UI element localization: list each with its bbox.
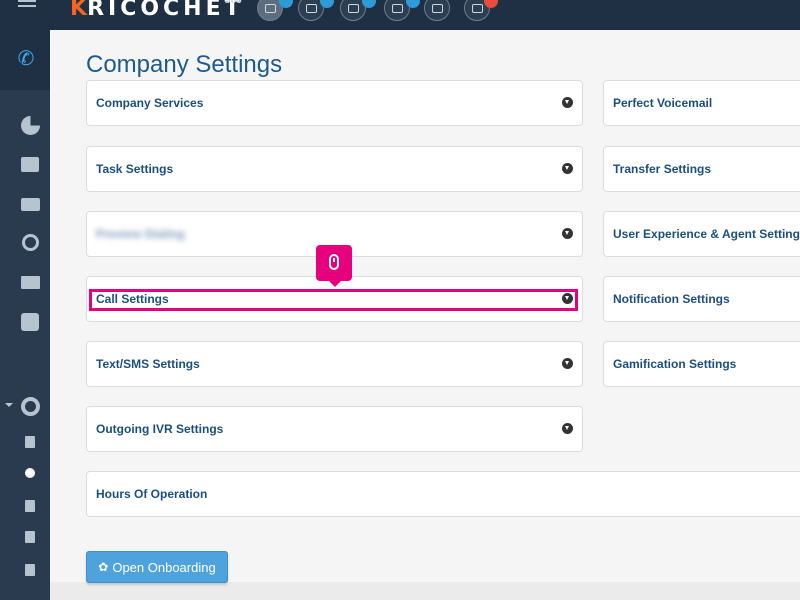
phone-settings-icon[interactable] xyxy=(20,528,40,546)
settings-card-notification-settings[interactable]: Notification Settings xyxy=(603,276,800,322)
company-building-icon[interactable] xyxy=(20,433,40,451)
card-label: Perfect Voicemail xyxy=(613,96,713,110)
settings-card-text-sms[interactable]: Text/SMS Settings xyxy=(86,341,583,387)
logo-text: RICOCHET xyxy=(87,0,244,21)
expand-arrow-icon[interactable] xyxy=(562,97,573,108)
logo-k: K xyxy=(70,0,88,21)
card-label: Company Services xyxy=(96,96,204,110)
mouse-icon xyxy=(329,254,339,270)
gear-icon: ✿ xyxy=(98,560,109,574)
tasks-check-icon[interactable] xyxy=(20,313,40,331)
contacts-icon[interactable] xyxy=(20,155,40,173)
card-label: Preview Dialing xyxy=(96,227,185,241)
card-label: User Experience & Agent Settings xyxy=(613,227,800,241)
email-icon[interactable] xyxy=(20,273,40,291)
card-label: Transfer Settings xyxy=(613,162,712,176)
card-label: Hours Of Operation xyxy=(96,487,208,501)
settings-card-perfect-voicemail[interactable]: Perfect Voicemail xyxy=(603,80,800,126)
settings-card-outgoing-ivr[interactable]: Outgoing IVR Settings xyxy=(86,406,583,452)
dashboard-pie-icon[interactable] xyxy=(20,115,40,135)
expand-arrow-icon[interactable] xyxy=(562,423,573,434)
menu-icon[interactable] xyxy=(18,0,36,14)
settings-card-gamification[interactable]: Gamification Settings xyxy=(603,341,800,387)
expand-arrow-icon[interactable] xyxy=(562,358,573,369)
open-onboarding-button[interactable]: ✿ Open Onboarding xyxy=(86,551,228,583)
tutorial-highlight-box xyxy=(89,289,578,311)
integrations-gears-icon[interactable] xyxy=(20,497,40,515)
phone-square-icon[interactable] xyxy=(20,561,40,579)
alert-badge xyxy=(484,0,498,8)
company-settings-gear-icon[interactable] xyxy=(20,464,40,482)
settings-card-user-experience[interactable]: User Experience & Agent Settings xyxy=(603,211,800,257)
settings-gear-icon[interactable] xyxy=(20,396,40,416)
open-onboarding-label: Open Onboarding xyxy=(112,559,216,575)
top-bar: KRICOCHET 360 xyxy=(0,0,800,30)
open-envelope-icon[interactable] xyxy=(424,0,450,21)
settings-card-transfer-settings[interactable]: Transfer Settings xyxy=(603,146,800,192)
card-label: Notification Settings xyxy=(613,292,730,306)
click-hint-tooltip xyxy=(316,245,352,287)
card-label: Outgoing IVR Settings xyxy=(96,422,224,436)
settings-card-task-settings[interactable]: Task Settings xyxy=(86,146,583,192)
settings-card-company-services[interactable]: Company Services xyxy=(86,80,583,126)
notification-badge xyxy=(320,0,334,8)
app-logo[interactable]: KRICOCHET 360 xyxy=(70,0,244,21)
notification-badge xyxy=(279,0,293,8)
phone-keypad-icon[interactable]: ✆ xyxy=(14,46,38,70)
notification-badge xyxy=(406,0,420,8)
card-label: Task Settings xyxy=(96,162,174,176)
sidebar: ✆ xyxy=(0,30,50,600)
settings-card-hours-of-operation[interactable]: Hours Of Operation xyxy=(86,471,800,517)
expand-arrow-icon[interactable] xyxy=(562,228,573,239)
card-label: Text/SMS Settings xyxy=(96,357,200,371)
messages-icon[interactable] xyxy=(20,195,40,213)
logo-superscript: 360 xyxy=(225,0,242,5)
page-title: Company Settings xyxy=(86,51,283,78)
sidebar-header: ✆ xyxy=(0,30,50,90)
network-icon[interactable] xyxy=(20,233,40,251)
notification-badge xyxy=(362,0,376,8)
caret-down-icon[interactable] xyxy=(5,403,13,407)
card-label: Gamification Settings xyxy=(613,357,737,371)
expand-arrow-icon[interactable] xyxy=(562,163,573,174)
